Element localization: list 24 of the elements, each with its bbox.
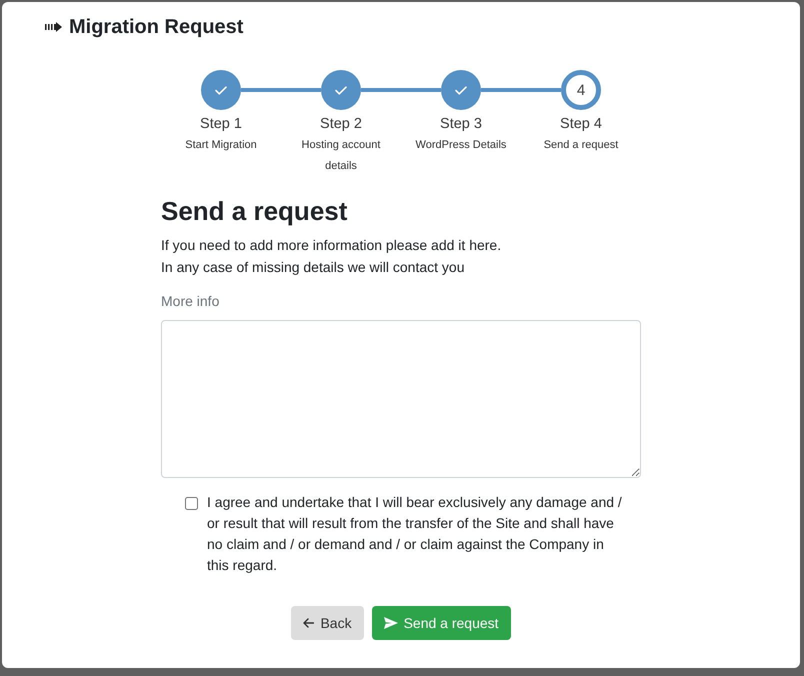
step-label: Step 3 — [440, 115, 482, 134]
arrow-left-icon — [303, 618, 314, 628]
step-caption: WordPress Details — [416, 138, 506, 153]
step-label: Step 2 — [320, 115, 362, 134]
dialog-title: Migration Request — [69, 15, 244, 40]
step-caption: Start Migration — [185, 138, 257, 153]
intro-text: If you need to add more information please add it here. — [161, 236, 502, 255]
section-heading: Send a request — [161, 195, 348, 227]
more-info-field[interactable] — [161, 320, 641, 478]
send-icon — [384, 617, 398, 629]
step-label: Step 1 — [200, 115, 242, 134]
back-button[interactable]: Back — [291, 606, 364, 640]
check-icon — [215, 86, 227, 94]
step-caption: Hosting account details — [300, 138, 382, 174]
agreement-checkbox[interactable] — [185, 497, 198, 510]
field-label: More info — [161, 292, 220, 311]
step-circle: 4 — [561, 70, 601, 110]
intro-text: In any case of missing details we will contact you — [161, 258, 466, 277]
agreement-text: I agree and undertake that I will bear exclusively any damage and / or result that will result from the transfer of the Site and shall have no claim and / or demand and / or claim against the Company in this regard. — [207, 493, 623, 575]
step-caption: Send a request — [544, 138, 618, 153]
arrow-icon — [45, 22, 62, 32]
check-icon — [335, 86, 347, 94]
step-label: Step 4 — [560, 115, 602, 134]
check-icon — [455, 86, 467, 94]
